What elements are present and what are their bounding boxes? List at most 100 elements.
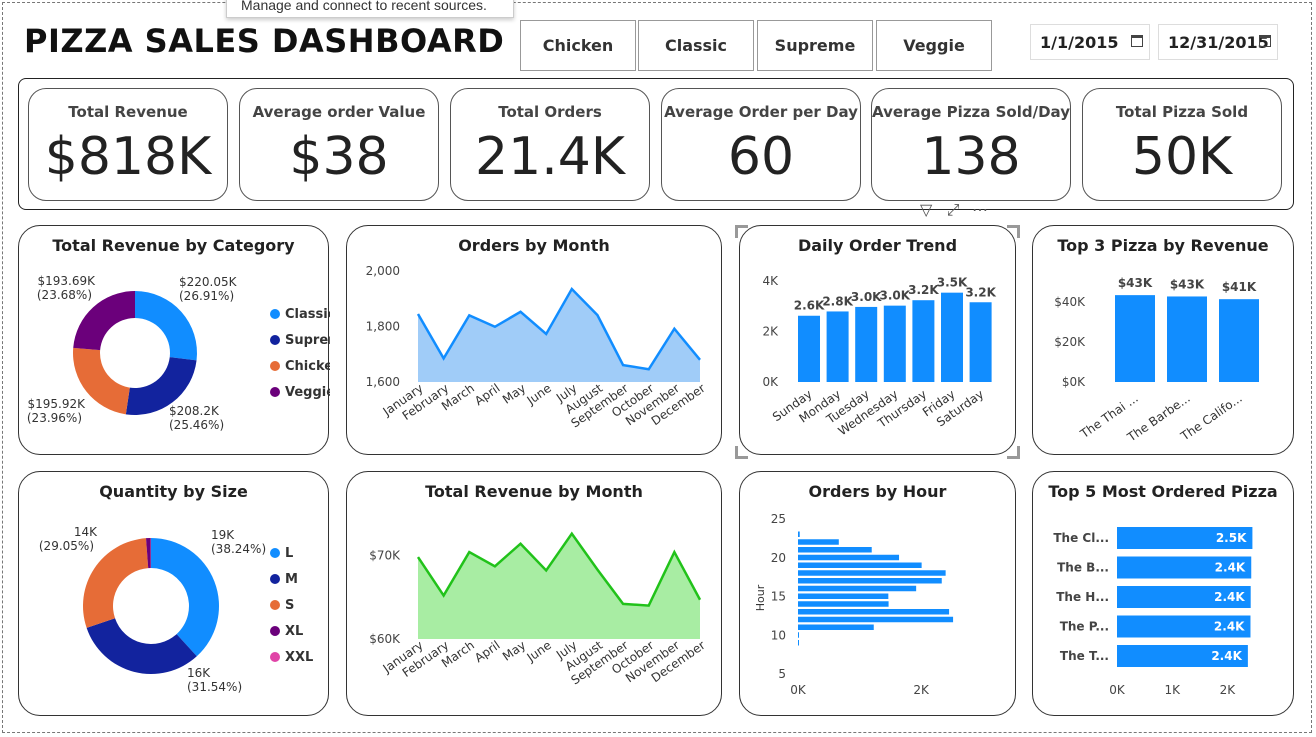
tile-veggie[interactable]: Veggie <box>876 20 992 71</box>
bar <box>798 554 900 561</box>
bar <box>798 624 874 630</box>
data-label: $220.05K <box>179 275 238 289</box>
bar <box>798 616 954 623</box>
date-end-value: 12/31/2015 <box>1168 32 1269 52</box>
chart-orders-by-hour[interactable]: Orders by Hour 5 10 15 20 25 0K 2K Hour <box>739 471 1016 716</box>
data-label: 3.2K <box>965 285 996 299</box>
data-label: 16K <box>187 666 211 680</box>
bar-top3-pizza-revenue: $43KThe Thai ...$43KThe Barbe...$41KThe … <box>1054 276 1259 445</box>
selection-handle[interactable] <box>735 225 748 238</box>
y-tick-label: 2K <box>762 325 779 339</box>
y-tick-label: The H... <box>1056 590 1109 604</box>
dashboard-title: PIZZA SALES DASHBOARD <box>24 22 505 60</box>
data-label: $43K <box>1118 276 1153 290</box>
more-options-icon[interactable]: ⋯ <box>972 202 988 219</box>
bar <box>798 570 946 576</box>
data-label: 2.4K <box>1214 590 1245 604</box>
data-label: 2.6K <box>794 299 825 313</box>
legend-marker <box>270 548 280 558</box>
y-tick-label: 10 <box>771 628 786 642</box>
data-label: $43K <box>1170 277 1205 291</box>
y-tick-label: 5 <box>778 667 786 681</box>
donut-quantity-by-size: 19K(38.24%) 16K(31.54%) 14K(29.05%) LMS XL XX… <box>39 525 313 694</box>
bar <box>798 578 942 584</box>
selection-handle[interactable] <box>735 446 748 459</box>
recent-sources-tooltip: Manage and connect to recent sources. <box>226 0 514 18</box>
tile-classic[interactable]: Classic <box>638 20 754 71</box>
legend-marker <box>270 652 280 662</box>
y-tick-label: The B... <box>1057 561 1109 575</box>
x-tick-label: April <box>472 638 503 665</box>
chart-top5-ordered-pizza[interactable]: Top 5 Most Ordered Pizza 2.5K The Cl... 2.… <box>1032 471 1294 716</box>
x-tick-label: May <box>500 638 528 664</box>
kpi-average-order-per-day: Average Order per Day 60 <box>661 88 861 201</box>
kpi-label: Average order Value <box>252 103 426 121</box>
kpi-label: Average Order per Day <box>664 103 858 121</box>
date-start-field[interactable]: 1/1/2015 <box>1030 24 1150 60</box>
legend-marker <box>270 600 280 610</box>
y-tick-label: 15 <box>771 590 786 604</box>
bar <box>1167 296 1207 382</box>
chart-orders-by-month[interactable]: Orders by Month 1,600 1,800 2,000 January Fe… <box>346 225 722 455</box>
data-label: 19K <box>211 528 235 542</box>
bar <box>798 640 799 646</box>
chart-revenue-by-category[interactable]: Total Revenue by Category $220.05K (26.91… <box>18 225 330 455</box>
kpi-label: Total Orders <box>498 103 602 121</box>
data-label: (25.46%) <box>169 418 224 432</box>
y-tick-label: 1,800 <box>366 320 400 334</box>
selection-handle[interactable] <box>1007 225 1020 238</box>
chart-top3-pizza-revenue[interactable]: Top 3 Pizza by Revenue $43K The Thai ... $… <box>1032 225 1294 455</box>
data-label: 2.8K <box>822 294 853 308</box>
bar <box>969 302 992 382</box>
chart-daily-order-trend[interactable]: Daily Order Trend 2.6K Sunday 2.8K Monday 3.… <box>739 225 1016 455</box>
bar <box>798 315 820 382</box>
bar <box>798 585 917 592</box>
kpi-value: 21.4K <box>475 127 625 187</box>
tile-chicken[interactable]: Chicken <box>520 20 636 71</box>
bar <box>798 531 800 537</box>
chart-quantity-by-size[interactable]: Quantity by Size 19K (38.24%) 16K (31.54%) 1… <box>18 471 329 716</box>
legend-label: XL <box>285 624 303 639</box>
data-label: (29.05%) <box>39 539 94 553</box>
x-tick-label: June <box>524 381 554 408</box>
y-tick-label: $60K <box>369 632 401 646</box>
kpi-total-revenue: Total Revenue $818K <box>28 88 228 201</box>
y-tick-label: 1,600 <box>366 375 400 389</box>
legend-label: Classic <box>285 307 330 322</box>
y-tick-label: 2,000 <box>366 264 400 278</box>
data-label: 3.0K <box>851 290 882 304</box>
data-label: (23.96%) <box>27 411 82 425</box>
y-tick-label: The T... <box>1060 649 1109 663</box>
focus-mode-icon[interactable]: ⤢ <box>947 202 960 219</box>
data-label: 2.5K <box>1216 531 1247 545</box>
x-tick-label: June <box>524 638 554 665</box>
y-tick-label: 20 <box>771 551 786 565</box>
date-end-field[interactable]: 12/31/2015 <box>1158 24 1278 60</box>
data-label: $193.69K <box>38 274 97 288</box>
area-fill <box>418 289 700 382</box>
y-tick-label: $70K <box>369 548 401 562</box>
chart-revenue-by-month[interactable]: Total Revenue by Month $60K $70K January Fe… <box>346 471 722 716</box>
selection-handle[interactable] <box>1007 446 1020 459</box>
y-tick-label: The Cl... <box>1053 531 1109 545</box>
area-orders-by-month: 1,6001,8002,000JanuaryFebruaryMarchApril… <box>366 264 708 431</box>
bar <box>1115 295 1155 382</box>
bar <box>1219 299 1259 382</box>
calendar-icon[interactable] <box>1131 35 1143 47</box>
kpi-total-orders: Total Orders 21.4K <box>450 88 650 201</box>
calendar-icon[interactable] <box>1259 35 1271 47</box>
legend-marker <box>270 574 280 584</box>
data-label: 3.0K <box>880 289 911 303</box>
legend-marker <box>270 309 280 319</box>
filter-icon[interactable]: ▽ <box>920 202 932 219</box>
date-start-value: 1/1/2015 <box>1040 32 1119 52</box>
legend-marker <box>270 626 280 636</box>
x-tick-label: 2K <box>1220 683 1237 697</box>
legend-label: L <box>285 546 293 561</box>
tile-supreme[interactable]: Supreme <box>757 20 873 71</box>
bar <box>798 593 889 599</box>
bar-daily-order-trend: 2.6KSunday2.8KMonday3.0KTuesday3.0KWedne… <box>762 274 996 438</box>
y-axis-label: Hour <box>754 584 767 611</box>
bar <box>798 539 839 545</box>
area-revenue-by-month: $60K$70KJanuaryFebruaryMarchAprilMayJune… <box>369 531 708 688</box>
